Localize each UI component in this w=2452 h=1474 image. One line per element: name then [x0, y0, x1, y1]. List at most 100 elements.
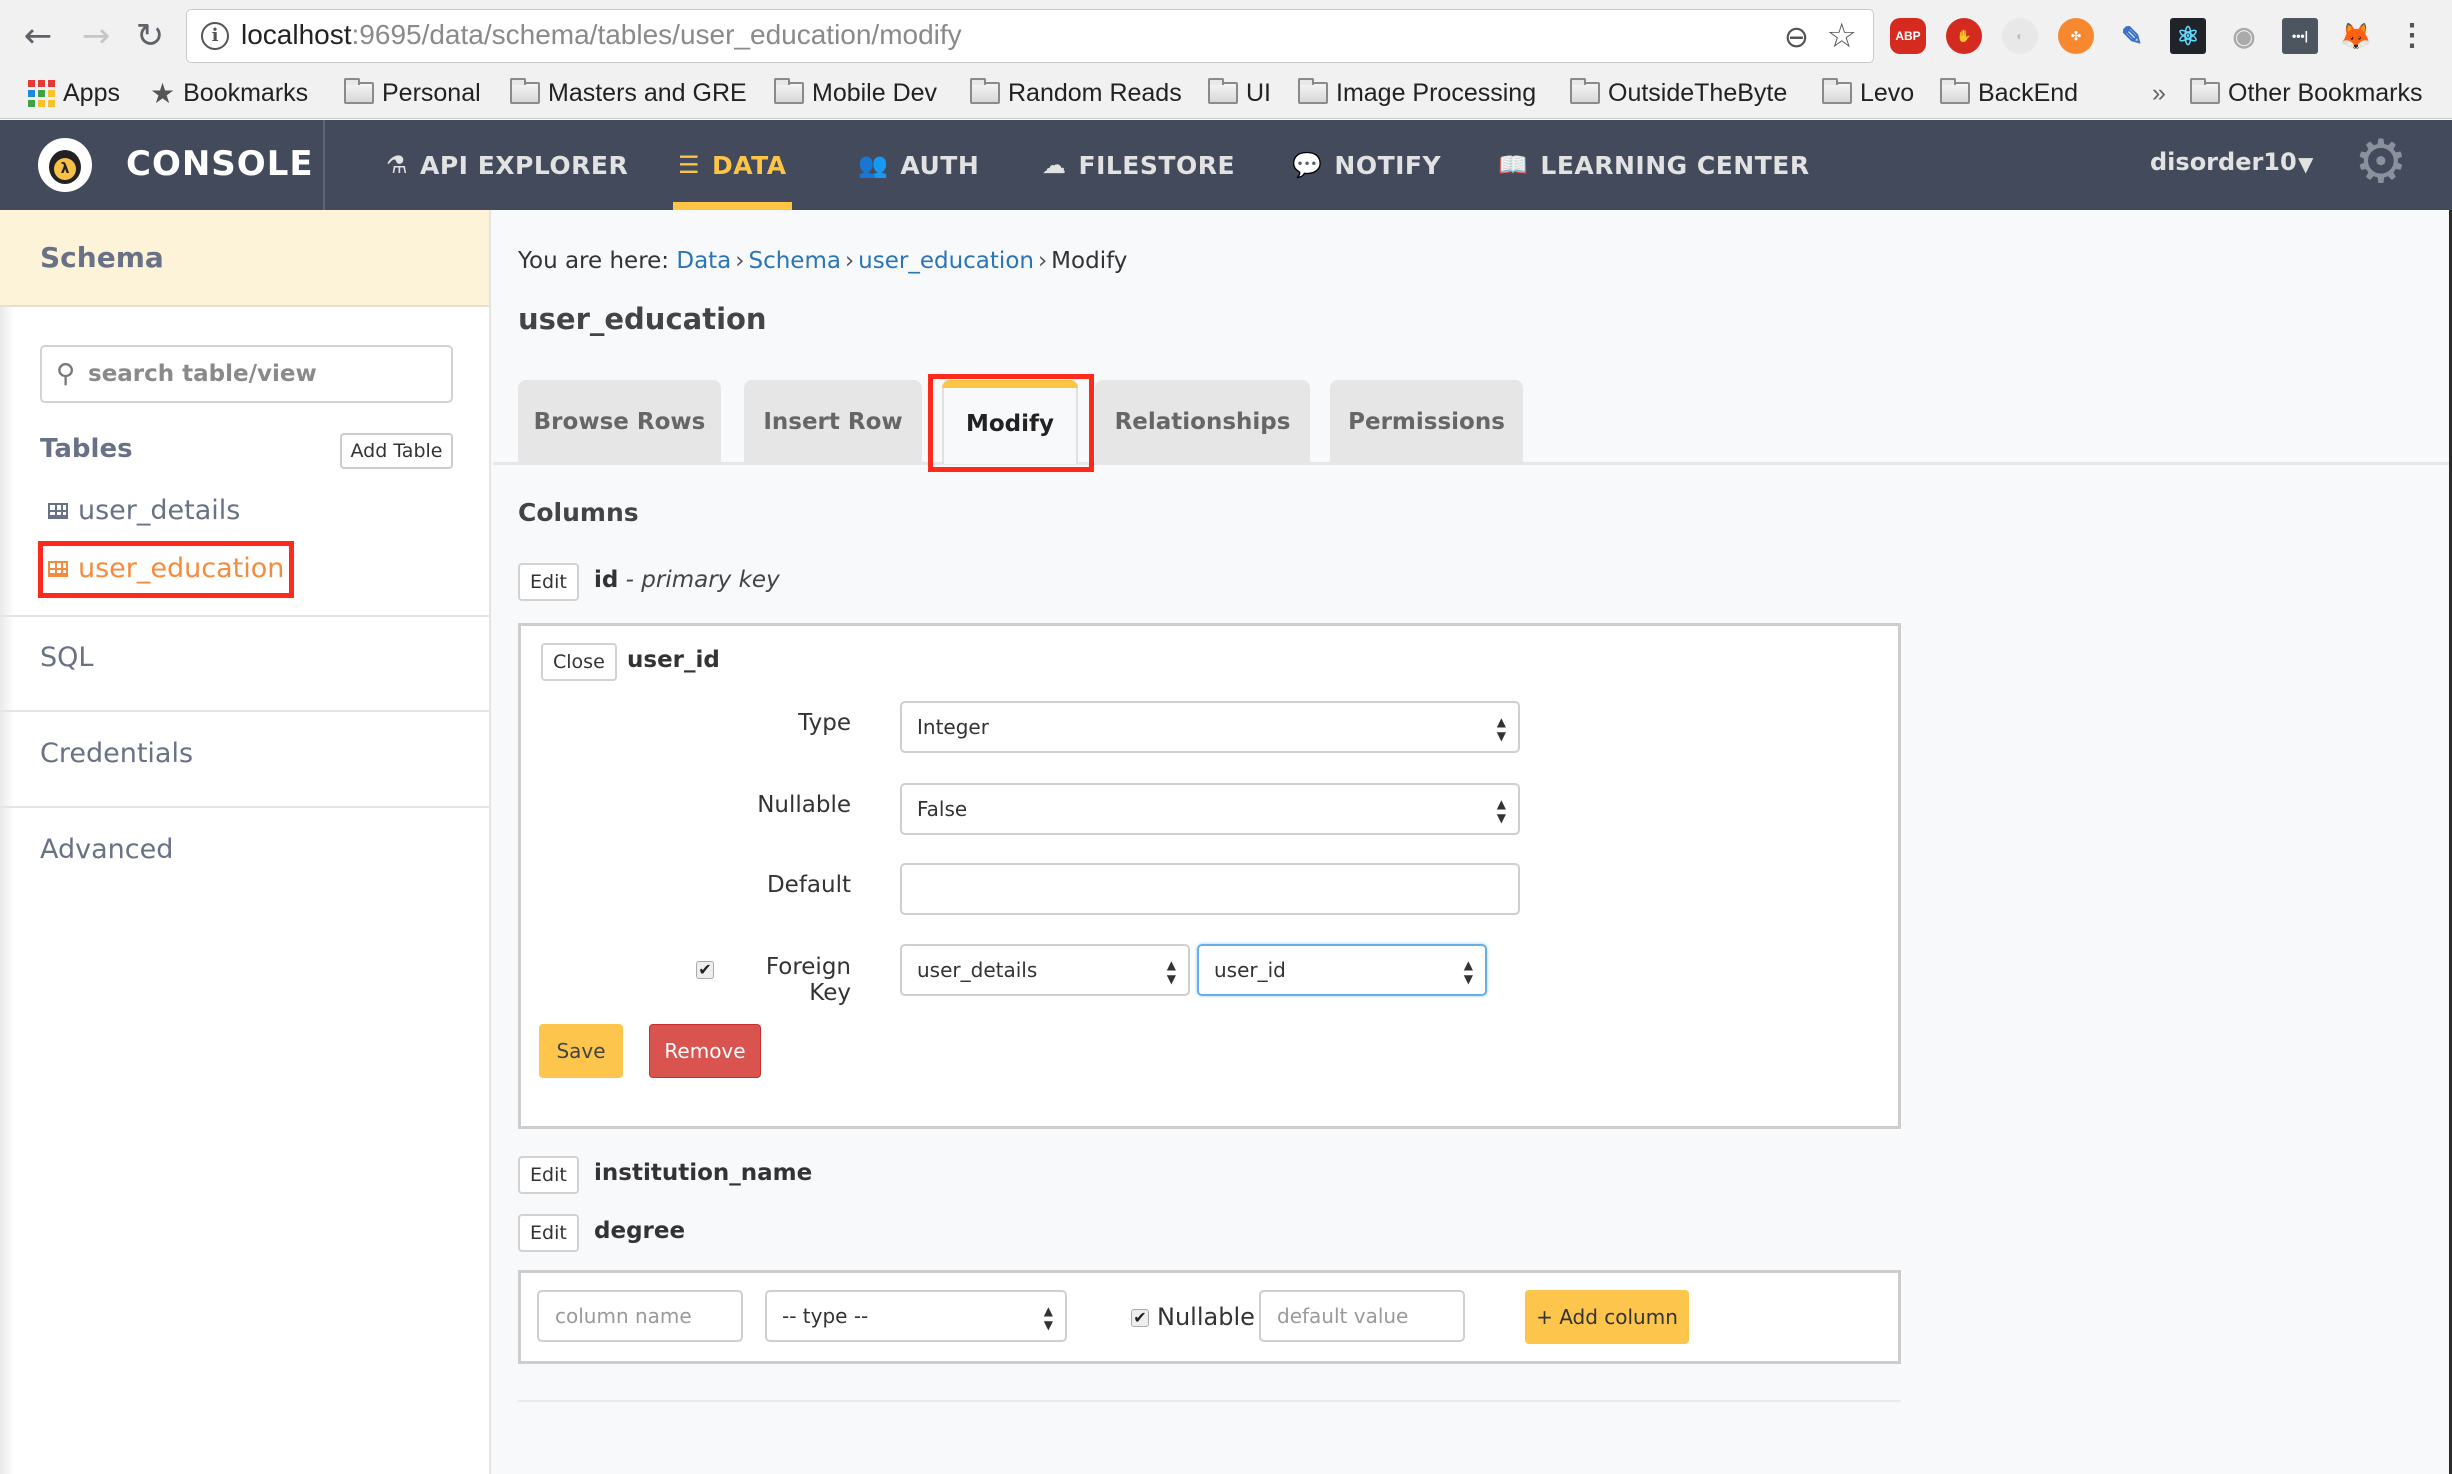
- select-arrows-icon: ▲ ▼: [1496, 797, 1506, 825]
- nav-api-explorer[interactable]: ⚗ API EXPLORER: [386, 120, 628, 210]
- nullable-value: False: [917, 797, 968, 821]
- breadcrumb-data[interactable]: Data: [676, 248, 731, 274]
- nav-label: API EXPLORER: [420, 150, 629, 180]
- type-value: Integer: [917, 715, 989, 739]
- reload-icon[interactable]: ↻: [130, 14, 170, 58]
- brand-title[interactable]: CONSOLE: [126, 144, 314, 184]
- tab-permissions[interactable]: Permissions: [1330, 380, 1523, 462]
- sidebar-table-user-details[interactable]: user_details: [48, 495, 240, 526]
- breadcrumb: You are here: Data › Schema › user_education…: [518, 248, 1127, 274]
- comment-icon: 💬: [1292, 151, 1323, 179]
- bookmark-apps[interactable]: Apps: [28, 76, 120, 110]
- gear-icon[interactable]: ⚙: [2354, 132, 2408, 192]
- edit-column-degree-button[interactable]: Edit: [518, 1214, 579, 1252]
- breadcrumb-schema[interactable]: Schema: [748, 248, 840, 274]
- bookmark-masters[interactable]: Masters and GRE: [510, 76, 747, 110]
- close-column-button[interactable]: Close: [541, 643, 617, 681]
- primary-key-label: - primary key: [618, 567, 780, 593]
- fk-column-value: user_id: [1214, 958, 1286, 982]
- bookmark-ui[interactable]: UI: [1208, 76, 1271, 110]
- bookmark-other[interactable]: Other Bookmarks: [2190, 76, 2423, 110]
- default-value-input[interactable]: [1259, 1290, 1465, 1342]
- bookmark-bookmarks[interactable]: ★ Bookmarks: [150, 76, 308, 110]
- bookmark-label: Levo: [1860, 78, 1915, 107]
- edit-column-institution-button[interactable]: Edit: [518, 1156, 579, 1194]
- tab-browse-rows[interactable]: Browse Rows: [518, 380, 721, 462]
- bookmark-image-processing[interactable]: Image Processing: [1298, 76, 1536, 110]
- column-name-user-id: user_id: [627, 647, 720, 673]
- logo-icon[interactable]: λ: [38, 138, 92, 192]
- react-icon[interactable]: ⚛: [2170, 18, 2206, 54]
- forward-icon[interactable]: →: [76, 14, 116, 58]
- bookmark-outsidethebyte[interactable]: OutsideTheByte: [1570, 76, 1787, 110]
- tab-divider: [493, 462, 2452, 465]
- back-icon[interactable]: ←: [18, 14, 58, 58]
- info-icon[interactable]: i: [201, 22, 229, 50]
- nav-data[interactable]: ☰ DATA: [673, 120, 792, 210]
- bookmark-random-reads[interactable]: Random Reads: [970, 76, 1182, 110]
- nullable-checkbox[interactable]: ✔: [1131, 1309, 1149, 1327]
- bookmark-backend[interactable]: BackEnd: [1940, 76, 2078, 110]
- bookmark-label: Masters and GRE: [548, 78, 747, 107]
- nav-notify[interactable]: 💬 NOTIFY: [1292, 120, 1441, 210]
- add-column-button[interactable]: + Add column: [1525, 1290, 1689, 1344]
- user-menu[interactable]: disorder10: [2150, 148, 2297, 176]
- bookmarks-overflow[interactable]: »: [2152, 76, 2166, 110]
- chevron-down-icon[interactable]: ▼: [2298, 152, 2313, 176]
- bookmark-label: Mobile Dev: [812, 78, 938, 107]
- podcast-icon[interactable]: ◉: [2226, 18, 2262, 54]
- address-bar[interactable]: i localhost:9695/data/schema/tables/user…: [186, 9, 1874, 63]
- tab-relationships[interactable]: Relationships: [1095, 380, 1310, 462]
- hub-icon[interactable]: ✣: [2058, 18, 2094, 54]
- nav-filestore[interactable]: ☁ FILESTORE: [1042, 120, 1235, 210]
- bookmark-star-icon[interactable]: ☆: [1827, 16, 1857, 56]
- nav-auth[interactable]: 👥 AUTH: [858, 120, 979, 210]
- column-type-select[interactable]: -- type -- ▲ ▼: [765, 1290, 1067, 1342]
- search-input[interactable]: [88, 347, 448, 401]
- url-text[interactable]: localhost:9695/data/schema/tables/user_e…: [241, 19, 962, 51]
- lastpass-icon[interactable]: •••|: [2282, 18, 2318, 54]
- breadcrumb-table[interactable]: user_education: [858, 248, 1034, 274]
- add-table-button[interactable]: Add Table: [340, 433, 453, 469]
- search-icon: ⚲: [56, 359, 76, 389]
- column-name-input[interactable]: [537, 1290, 743, 1342]
- table-icon: [48, 502, 68, 519]
- sidebar-item-credentials[interactable]: Credentials: [40, 738, 193, 769]
- default-input[interactable]: [900, 863, 1520, 915]
- bookmark-personal[interactable]: Personal: [344, 76, 481, 110]
- edit-column-id-button[interactable]: Edit: [518, 563, 579, 601]
- save-button[interactable]: Save: [539, 1024, 623, 1078]
- sidebar-item-sql[interactable]: SQL: [40, 642, 93, 673]
- nav-label: DATA: [712, 150, 787, 180]
- menu-kebab-icon[interactable]: ⋮: [2394, 18, 2430, 54]
- zoom-out-icon[interactable]: ⊖: [1784, 20, 1809, 55]
- page-title: user_education: [518, 302, 767, 336]
- type-select[interactable]: Integer ▲ ▼: [900, 701, 1520, 753]
- column-name-institution: institution_name: [594, 1160, 813, 1186]
- bookmark-levo[interactable]: Levo: [1822, 76, 1914, 110]
- divider: [0, 710, 489, 712]
- highlight-box: [928, 374, 1094, 472]
- bookmark-label: OutsideTheByte: [1608, 78, 1788, 107]
- fk-column-select[interactable]: user_id ▲ ▼: [1197, 944, 1487, 996]
- adblock-icon[interactable]: ABP: [1890, 18, 1926, 54]
- remove-button[interactable]: Remove: [649, 1024, 761, 1078]
- foreign-key-checkbox[interactable]: ✔: [696, 961, 714, 979]
- tab-insert-row[interactable]: Insert Row: [744, 380, 922, 462]
- metamask-icon[interactable]: 🦊: [2338, 18, 2374, 54]
- fk-table-select[interactable]: user_details ▲ ▼: [900, 944, 1190, 996]
- columns-heading: Columns: [518, 498, 639, 527]
- stop-hand-icon[interactable]: ✋: [1946, 18, 1982, 54]
- search-table-field[interactable]: ⚲: [40, 345, 453, 403]
- nav-learning-center[interactable]: 📖 LEARNING CENTER: [1498, 120, 1810, 210]
- nullable-select[interactable]: False ▲ ▼: [900, 783, 1520, 835]
- database-icon: ☰: [678, 151, 701, 179]
- breadcrumb-separator: ›: [735, 248, 745, 274]
- sidebar-schema-header[interactable]: Schema: [0, 210, 489, 307]
- bookmark-mobile-dev[interactable]: Mobile Dev: [774, 76, 937, 110]
- folder-icon: [344, 78, 374, 104]
- eyedropper-icon[interactable]: ✎: [2114, 18, 2150, 54]
- folder-icon: [1570, 78, 1600, 104]
- privacy-icon[interactable]: ◐: [2002, 18, 2038, 54]
- sidebar-item-advanced[interactable]: Advanced: [40, 834, 173, 865]
